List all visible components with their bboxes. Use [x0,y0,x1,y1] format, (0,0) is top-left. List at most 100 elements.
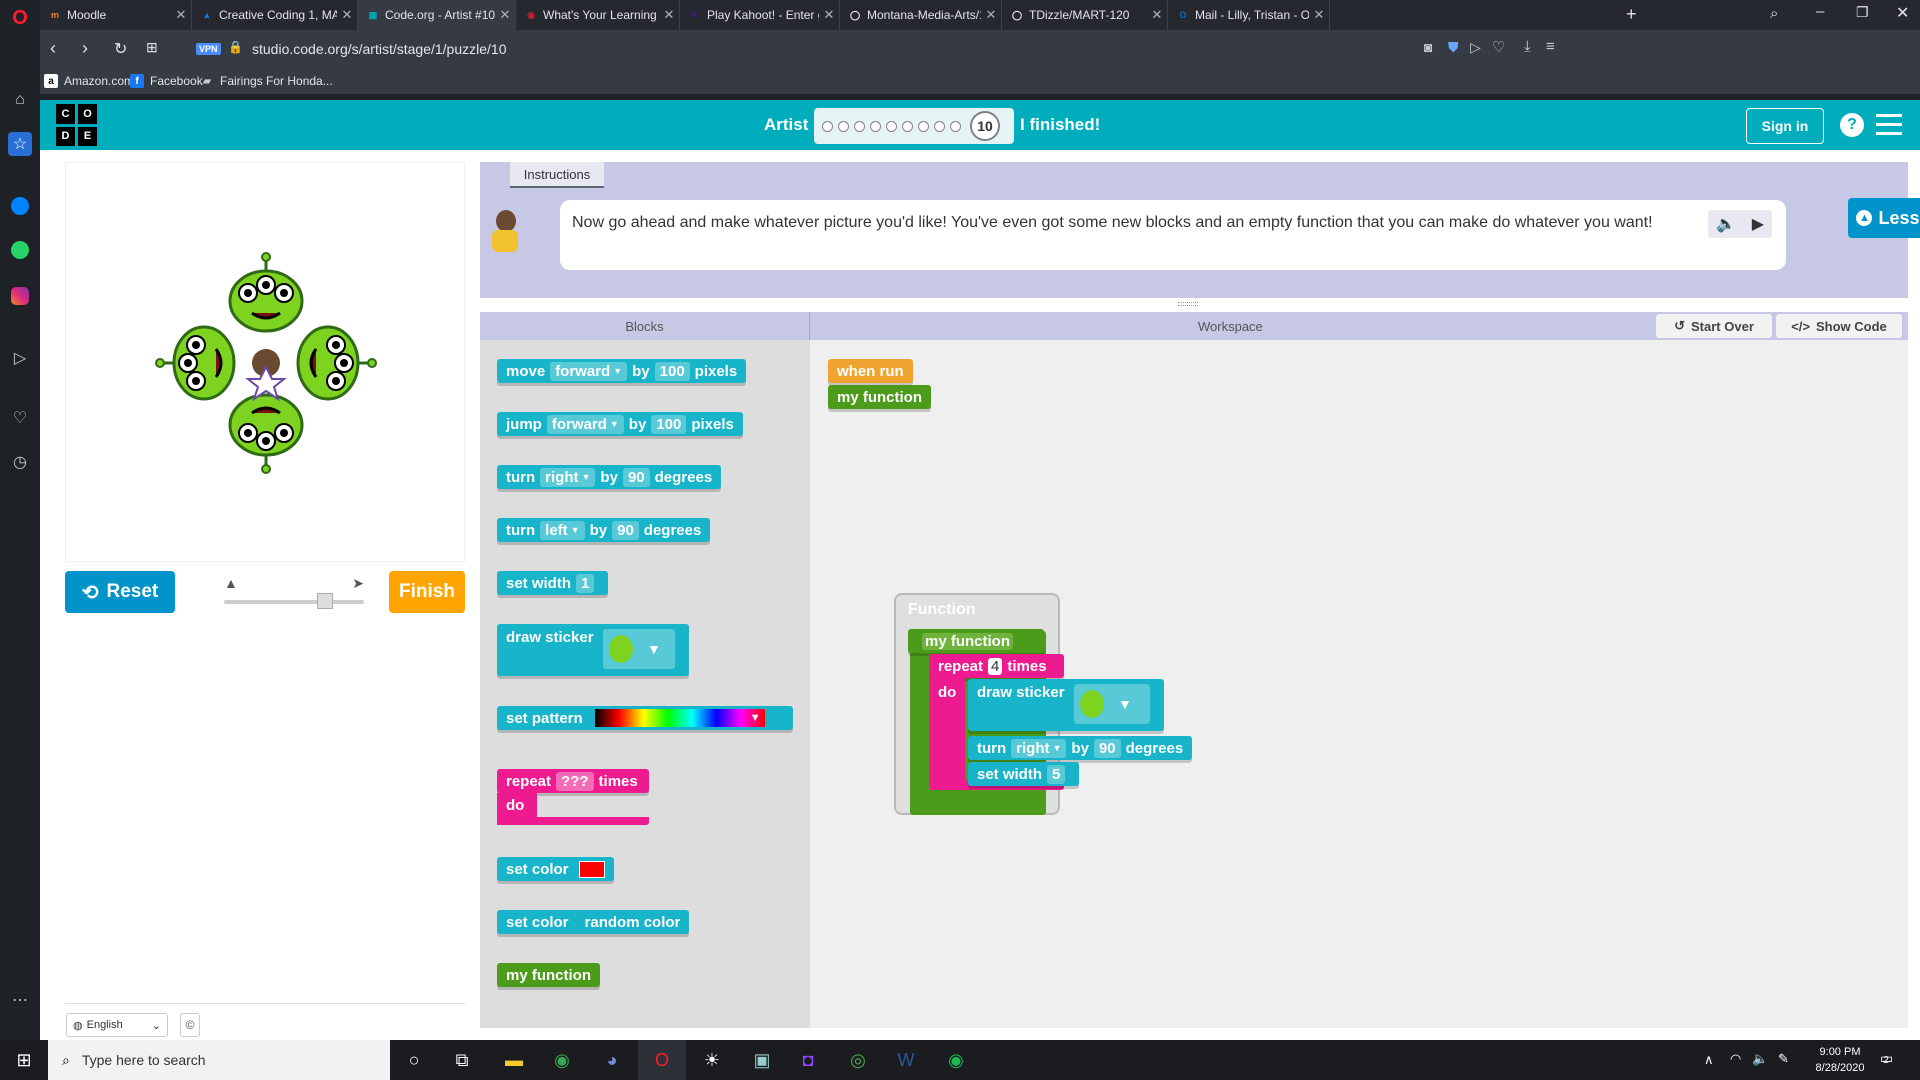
easy-setup-icon[interactable]: ≡ [1546,38,1555,55]
amount-field[interactable]: 90 [1093,738,1121,758]
forward-icon[interactable]: › [82,38,88,59]
progress-bubble[interactable] [918,120,929,132]
progress-bubble[interactable] [838,120,849,132]
word-icon[interactable]: W [882,1040,930,1080]
copyright-button[interactable]: © [180,1013,200,1037]
back-icon[interactable]: ‹ [50,38,56,59]
bookmark-amazon[interactable]: a Amazon.com [44,74,134,88]
direction-dropdown[interactable]: forward ▼ [546,414,624,434]
discord-icon[interactable]: ◕ [588,1040,636,1080]
close-tab-icon[interactable]: ✕ [659,7,679,23]
amount-field[interactable]: 90 [622,467,650,487]
function-draw-sticker-block[interactable]: draw sticker ▼ [968,679,1164,731]
direction-dropdown[interactable]: right ▼ [540,467,596,487]
repeat-block[interactable]: repeat ??? times do [497,769,649,825]
volume-icon[interactable]: 🔈 [1752,1051,1768,1067]
close-tab-icon[interactable]: ✕ [495,7,515,23]
current-puzzle-bubble[interactable]: 10 [970,111,1000,141]
set-pattern-block[interactable]: set pattern ▼ [497,706,793,730]
browser-tab[interactable]: m Moodle ✕ [40,0,192,30]
minimize-icon[interactable]: – [1816,3,1824,20]
bookmark-fairings[interactable]: ▰ Fairings For Honda... [200,74,333,88]
progress-bubble[interactable] [822,120,833,132]
set-color-block[interactable]: set color [497,857,614,881]
vpn-badge[interactable]: VPN [196,43,221,55]
weather-icon[interactable]: ☀ [688,1040,736,1080]
opera-logo-icon[interactable]: O [8,6,32,30]
less-button[interactable]: ▲ Less [1848,198,1920,238]
sticker-dropdown[interactable]: ▼ [1074,684,1150,724]
shield-icon[interactable]: ⛊ [1448,39,1459,56]
browser-tab[interactable]: O Mail - Lilly, Tristan - Outlo✕ [1168,0,1330,30]
show-code-button[interactable]: </> Show Code [1776,314,1902,338]
search-tabs-icon[interactable]: ⌕ [1770,5,1778,22]
start-over-button[interactable]: ↺ Start Over [1656,314,1772,338]
cortana-icon[interactable]: ○ [390,1040,438,1080]
width-field[interactable]: 1 [576,573,595,593]
help-icon[interactable]: ? [1840,113,1864,137]
move-forward-block[interactable]: move forward ▼ by 100 pixels [497,359,747,383]
random-color-value[interactable]: random color [585,914,681,931]
amount-field[interactable]: 90 [612,520,639,540]
function-set-width-block[interactable]: set width 5 [968,762,1080,786]
file-explorer-icon[interactable]: ▬ [490,1040,538,1080]
messenger-icon[interactable] [8,194,32,218]
notification-center-icon[interactable]: ▭2 [1880,1050,1893,1067]
close-window-icon[interactable]: ✕ [1896,3,1909,23]
resize-handle[interactable] [1178,302,1198,306]
codeorg-logo[interactable]: C O D E [56,104,98,146]
xbox-icon[interactable]: ◎ [834,1040,882,1080]
instagram-icon[interactable] [8,284,32,308]
progress-bubble[interactable] [902,120,913,132]
camera-icon[interactable]: ◙ [1424,39,1432,55]
app-icon[interactable]: ▣ [738,1040,786,1080]
browser-tab[interactable]: ◯ Montana-Media-Arts/120_✕ [840,0,1002,30]
finish-button[interactable]: Finish [389,571,465,613]
close-tab-icon[interactable]: ✕ [171,7,191,23]
taskbar-search[interactable]: ⌕ Type here to search [48,1040,390,1080]
whatsapp-icon[interactable] [8,238,32,262]
width-field[interactable]: 5 [1047,764,1066,784]
send-page-icon[interactable]: ▷ [1470,39,1481,56]
language-select[interactable]: ◍ English ⌄ [66,1013,168,1037]
speed-slider[interactable]: ▲ ➤ [224,575,364,615]
browser-tab[interactable]: K Play Kahoot! - Enter game✕ [680,0,840,30]
speed-dial-icon[interactable]: ☆ [8,132,32,156]
function-name-block[interactable]: my function [908,629,1044,653]
set-color-random-block[interactable]: set color random color [497,910,690,934]
twitch-icon[interactable]: ◘ [784,1040,832,1080]
url-field[interactable]: studio.code.org/s/artist/stage/1/puzzle/… [252,41,506,57]
repeat-count-field[interactable]: 4 [988,657,1003,675]
pen-icon[interactable]: ✎ [1778,1051,1789,1067]
more-icon[interactable]: ⋯ [8,988,32,1012]
heart-icon[interactable]: ♡ [8,406,32,430]
home-icon[interactable]: ⌂ [8,88,32,112]
jump-forward-block[interactable]: jump forward ▼ by 100 pixels [497,412,743,436]
reset-button[interactable]: ⟲ Reset [65,571,175,613]
reload-icon[interactable]: ↻ [114,39,127,59]
windows-start-icon[interactable]: ⊞ [0,1040,48,1080]
turn-left-block[interactable]: turn left ▼ by 90 degrees [497,518,711,542]
speaker-icon[interactable]: 🔈 [1716,214,1736,234]
close-tab-icon[interactable]: ✕ [337,7,357,23]
close-tab-icon[interactable]: ✕ [1309,7,1329,23]
audio-controls[interactable]: 🔈 ▶ [1708,210,1772,238]
chrome-icon[interactable]: ◉ [538,1040,586,1080]
new-tab-button[interactable]: + [1626,4,1637,25]
direction-dropdown[interactable]: right ▼ [1011,738,1067,758]
turn-right-block[interactable]: turn right ▼ by 90 degrees [497,465,722,489]
progress-bubble[interactable] [886,120,897,132]
progress-bubble[interactable] [854,120,865,132]
function-name-field[interactable]: my function [922,632,1013,650]
progress-bubble[interactable] [950,120,961,132]
send-icon[interactable]: ▷ [8,346,32,370]
browser-tab[interactable]: ◉ What's Your Learning Style✕ [516,0,680,30]
direction-dropdown[interactable]: left ▼ [540,520,585,540]
tray-chevron-icon[interactable]: ∧ [1704,1052,1714,1068]
set-width-block[interactable]: set width 1 [497,571,609,595]
task-view-icon[interactable]: ⧉ [438,1040,486,1080]
browser-tab[interactable]: ▦ Code.org - Artist #10 ✕ [358,0,516,30]
hamburger-menu-icon[interactable] [1876,114,1902,135]
tab-instructions[interactable]: Instructions [510,162,604,188]
opera-taskbar-icon[interactable]: O [638,1040,686,1080]
